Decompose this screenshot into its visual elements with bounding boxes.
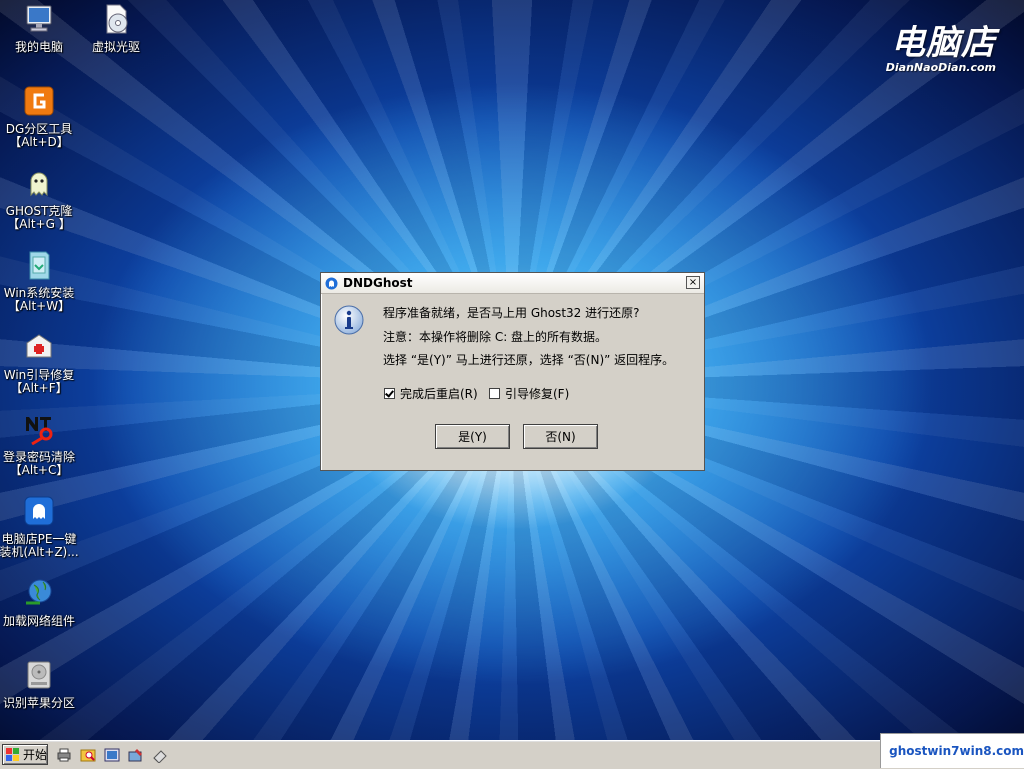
desktop-icon-apple-partition[interactable]: 识别苹果分区 [0, 659, 82, 710]
dialog-title: DNDGhost [343, 276, 412, 290]
eraser-icon[interactable] [152, 747, 168, 763]
boot-repair-checkbox[interactable]: 引导修复(F) [489, 385, 569, 402]
ghost-app-icon [325, 277, 338, 290]
pe-ghost-app-icon [23, 495, 55, 527]
desktop-icon-my-computer[interactable]: 我的电脑 [0, 3, 82, 54]
desktop-icon-shortcut: 装机(Alt+Z)... [0, 546, 82, 559]
tools-icon[interactable] [128, 747, 144, 763]
checkbox-checked[interactable] [384, 388, 395, 399]
desktop-icon-dg-partition[interactable]: DG分区工具 【Alt+D】 [0, 85, 82, 149]
first-aid-kit-icon [23, 331, 55, 363]
ghost-icon [23, 167, 55, 199]
desktop-icon-label: 我的电脑 [0, 41, 82, 54]
virtual-disc-icon [100, 3, 132, 35]
brand-logo: 电脑店 DianNaoDian.com [886, 24, 996, 74]
desktop-window-icon[interactable] [104, 747, 120, 763]
install-package-icon [23, 249, 55, 281]
desktop-icon-virtual-drive[interactable]: 虚拟光驱 [73, 3, 159, 54]
dialog-message-line3: 选择 “是(Y)” 马上进行还原，选择 “否(N)” 返回程序。 [383, 351, 674, 368]
desktop-icon-shortcut: 【Alt+C】 [0, 464, 82, 477]
dialog-message-line1: 程序准备就绪，是否马上用 Ghost32 进行还原? [383, 304, 639, 321]
watermark-text: ghostwin7win8.com [889, 744, 1024, 758]
checkbox-unchecked[interactable] [489, 388, 500, 399]
restart-after-checkbox[interactable]: 完成后重启(R) [384, 385, 478, 402]
desktop-icon-boot-repair[interactable]: Win引导修复 【Alt+F】 [0, 331, 82, 395]
desktop-icon-shortcut: 【Alt+W】 [0, 300, 82, 313]
brand-name: 电脑店 [886, 24, 996, 62]
desktop-icon-label: 虚拟光驱 [73, 41, 159, 54]
dialog-titlebar[interactable]: DNDGhost × [321, 273, 704, 294]
desktop-icon-label: 加载网络组件 [0, 615, 82, 628]
dialog-message-line2: 注意：本操作将删除 C: 盘上的所有数据。 [383, 328, 607, 345]
desktop-icon-shortcut: 【Alt+D】 [0, 136, 82, 149]
taskbar: 开始 [0, 740, 1024, 769]
windows-logo-icon [6, 748, 20, 762]
dg-partition-icon [23, 85, 55, 117]
dndghost-dialog: DNDGhost × 程序准备就绪，是否马上用 Ghost32 进行还原? 注意… [320, 272, 705, 471]
desktop-icon-label: 识别苹果分区 [0, 697, 82, 710]
desktop-icon-shortcut: 【Alt+G 】 [0, 218, 82, 231]
globe-network-icon [23, 577, 55, 609]
hard-disk-icon [23, 659, 55, 691]
checkbox-label: 完成后重启(R) [400, 385, 478, 402]
printer-icon[interactable] [56, 747, 72, 763]
desktop-icon-shortcut: 【Alt+F】 [0, 382, 82, 395]
yes-button[interactable]: 是(Y) [435, 424, 510, 449]
computer-icon [23, 3, 55, 35]
desktop-icon-network[interactable]: 加载网络组件 [0, 577, 82, 628]
start-label: 开始 [23, 746, 47, 763]
checkbox-label: 引导修复(F) [505, 385, 569, 402]
no-button[interactable]: 否(N) [523, 424, 598, 449]
explorer-search-icon[interactable] [80, 747, 96, 763]
close-button[interactable]: × [686, 276, 700, 289]
watermark-badge: ghostwin7win8.com [880, 733, 1024, 768]
desktop-icon-password-clear[interactable]: 登录密码清除 【Alt+C】 [0, 413, 82, 477]
nt-key-icon [23, 413, 55, 445]
desktop-icon-pe-install[interactable]: 电脑店PE一键 装机(Alt+Z)... [0, 495, 82, 559]
start-button[interactable]: 开始 [2, 744, 48, 765]
desktop-icon-win-install[interactable]: Win系统安装 【Alt+W】 [0, 249, 82, 313]
brand-url: DianNaoDian.com [886, 62, 996, 74]
desktop-icon-ghost-clone[interactable]: GHOST克隆 【Alt+G 】 [0, 167, 82, 231]
info-icon [333, 304, 365, 336]
